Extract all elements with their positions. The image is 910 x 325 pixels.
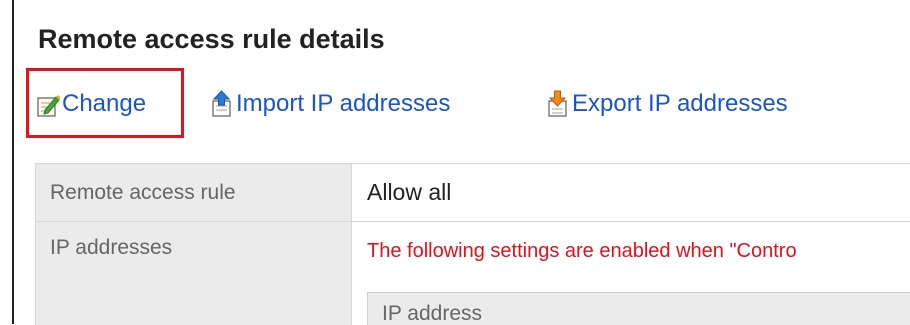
ip-warning-text: The following settings are enabled when … [367, 240, 797, 262]
import-ip-link[interactable]: Import IP addresses [210, 78, 450, 130]
rule-label: Remote access rule [36, 164, 352, 221]
left-border-line [12, 0, 14, 324]
details-table: Remote access rule Allow all IP addresse… [35, 163, 910, 325]
import-upload-icon [210, 90, 234, 118]
export-download-icon [546, 90, 570, 118]
toolbar: Change Import IP addresses Export IP add… [26, 68, 910, 138]
ip-table-header: IP address [367, 292, 910, 325]
change-link[interactable]: Change [36, 78, 146, 130]
table-row-ip: IP addresses The following settings are … [36, 222, 910, 325]
export-label: Export IP addresses [572, 90, 788, 117]
import-label: Import IP addresses [236, 90, 451, 117]
table-row-rule: Remote access rule Allow all [36, 164, 910, 222]
ip-value-cell: The following settings are enabled when … [353, 222, 910, 325]
edit-pencil-icon [36, 90, 61, 118]
rule-value: Allow all [367, 179, 452, 205]
change-label: Change [62, 90, 147, 117]
page-frame: Remote access rule details Change Import… [0, 0, 910, 325]
export-ip-link[interactable]: Export IP addresses [546, 78, 788, 130]
page-title: Remote access rule details [38, 24, 385, 54]
ip-label: IP addresses [36, 222, 352, 325]
